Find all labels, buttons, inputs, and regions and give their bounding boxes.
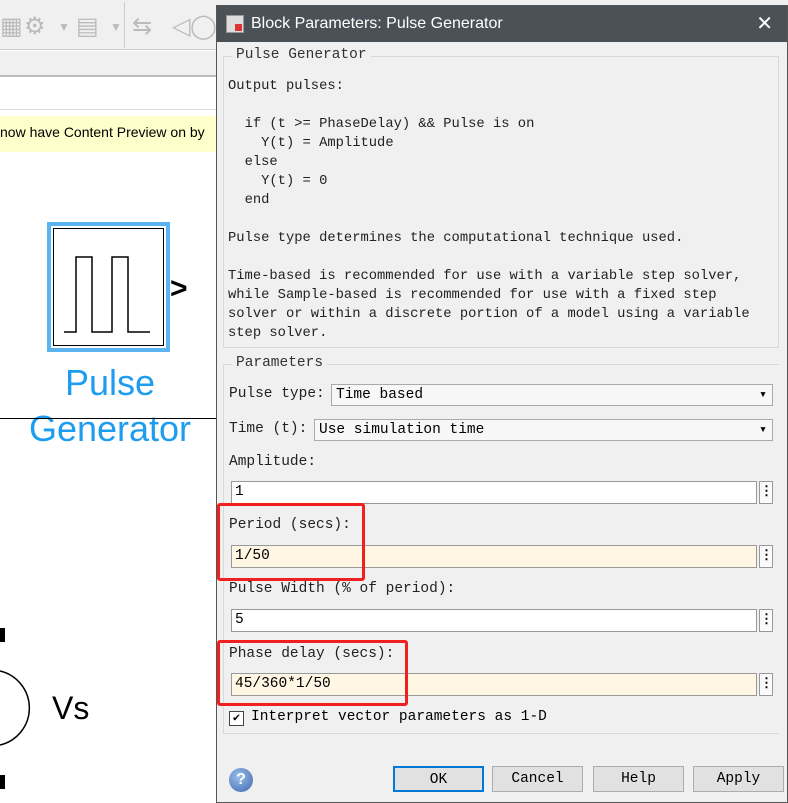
amplitude-input[interactable]: 1 — [231, 481, 757, 504]
pulse-width-label: Pulse Width (% of period): — [229, 581, 456, 597]
ok-button[interactable]: OK — [393, 766, 484, 792]
more-options-icon[interactable]: ⋮ — [759, 545, 773, 568]
signal-line — [0, 418, 216, 419]
block-description: Output pulses: if (t >= PhaseDelay) && P… — [228, 79, 750, 341]
output-port-icon[interactable]: > — [170, 272, 188, 306]
dialog-title-bar[interactable]: Block Parameters: Pulse Generator ✕ — [217, 6, 787, 42]
group-title: Pulse Generator — [232, 47, 371, 63]
run-icon[interactable]: ◯ — [190, 12, 217, 41]
pulse-generator-block[interactable] — [47, 222, 170, 352]
step-back-icon[interactable]: ◁ — [172, 12, 190, 41]
pulse-waveform-icon — [64, 256, 150, 333]
voltage-source-block[interactable] — [0, 668, 40, 748]
update-icon[interactable]: ⇆ — [132, 12, 152, 41]
cancel-button[interactable]: Cancel — [492, 766, 583, 792]
more-options-icon[interactable]: ⋮ — [759, 609, 773, 632]
more-options-icon[interactable]: ⋮ — [759, 481, 773, 504]
time-select[interactable]: Use simulation time — [314, 419, 773, 441]
pulse-type-label: Pulse type: — [229, 386, 325, 402]
port-mark — [0, 775, 5, 789]
gear-icon[interactable]: ⚙ — [24, 12, 46, 41]
params-title: Parameters — [232, 355, 328, 371]
model-config-icon[interactable]: ▤ — [76, 12, 99, 41]
toolbar-divider — [124, 2, 125, 48]
close-icon[interactable]: ✕ — [756, 6, 773, 42]
block-label: Pulse Generator — [28, 362, 192, 449]
port-mark — [0, 628, 5, 642]
simulink-icon — [226, 15, 244, 33]
library-icon[interactable]: ▦ — [0, 12, 23, 41]
amplitude-label: Amplitude: — [229, 454, 317, 470]
more-options-icon[interactable]: ⋮ — [759, 673, 773, 696]
pulse-width-input[interactable]: 5 — [231, 609, 757, 632]
help-button[interactable]: Help — [593, 766, 684, 792]
block-parameters-dialog: Block Parameters: Pulse Generator ✕ Puls… — [216, 5, 788, 803]
apply-button[interactable]: Apply — [693, 766, 784, 792]
description-group: Pulse Generator Output pulses: if (t >= … — [223, 47, 779, 348]
dialog-title: Block Parameters: Pulse Generator — [251, 15, 503, 32]
pulse-type-select[interactable]: Time based — [331, 384, 773, 406]
highlight-box-phase — [217, 640, 408, 706]
highlight-box-period — [217, 503, 365, 581]
help-icon[interactable]: ? — [229, 768, 253, 792]
time-label: Time (t): — [229, 421, 308, 437]
chevron-down-icon[interactable]: ▼ — [110, 20, 122, 34]
interpret-checkbox[interactable]: ✔ — [229, 711, 244, 726]
interpret-label: Interpret vector parameters as 1-D — [251, 709, 547, 725]
chevron-down-icon[interactable]: ▼ — [58, 20, 70, 34]
vs-label: Vs — [52, 690, 90, 726]
